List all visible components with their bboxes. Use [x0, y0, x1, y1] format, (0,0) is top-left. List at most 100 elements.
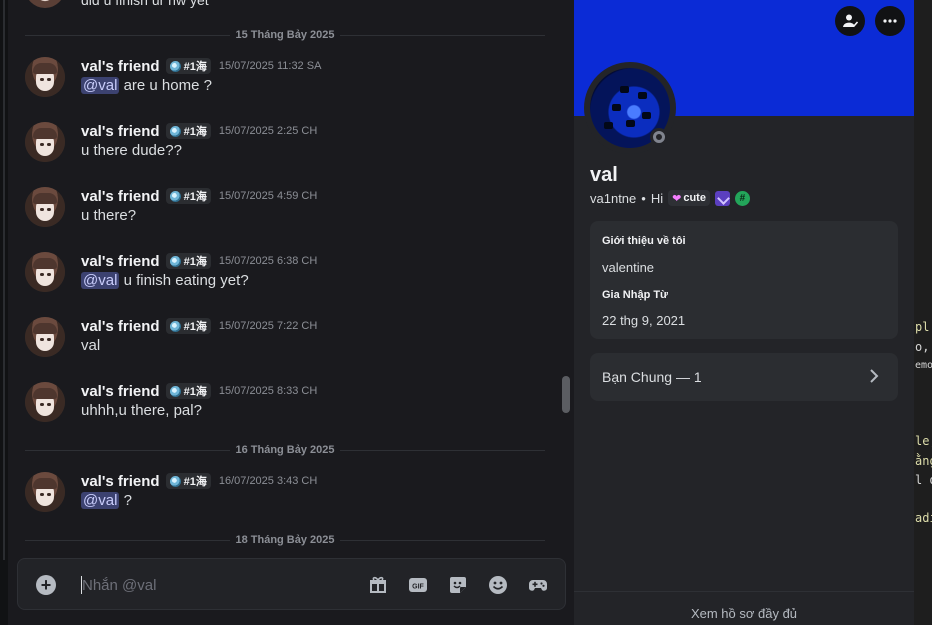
- message-row: val's friend #1海 15/07/2025 11:32 SA @va…: [25, 57, 545, 103]
- username[interactable]: val's friend: [81, 188, 160, 205]
- profile-tag-badge[interactable]: ❤ cute: [668, 190, 710, 206]
- add-friend-button[interactable]: [835, 6, 865, 36]
- message-text: u there dude??: [81, 142, 182, 159]
- add-attachment-button[interactable]: +: [36, 575, 56, 595]
- svg-text:GIF: GIF: [412, 584, 424, 591]
- about-label: Giới thiệu về tôi: [602, 235, 686, 247]
- message-composer: + GIF: [17, 558, 566, 610]
- username[interactable]: val's friend: [81, 253, 160, 270]
- ellipsis-icon: [883, 19, 897, 23]
- date-divider: 16 Tháng Bảy 2025: [25, 443, 545, 457]
- mutual-friends-button[interactable]: Bạn Chung — 1: [590, 353, 898, 401]
- date-divider: 18 Tháng Bảy 2025: [25, 533, 545, 547]
- avatar[interactable]: [25, 122, 65, 162]
- hash-badge-icon[interactable]: #: [734, 190, 750, 206]
- guild-tag-label: #1海: [183, 256, 207, 268]
- app-window: did u finish ur hw yet 15 Tháng Bảy 2025…: [0, 0, 932, 625]
- background-code-editor: pl o, emo le, ằng l d adi: [914, 0, 932, 625]
- profile-display-name: val: [590, 164, 618, 186]
- game-controller-icon[interactable]: [528, 575, 548, 595]
- user-check-icon: [843, 14, 859, 28]
- mention[interactable]: @val: [81, 272, 120, 289]
- timestamp: 15/07/2025 11:32 SA: [218, 60, 322, 72]
- date-divider-label: 16 Tháng Bảy 2025: [230, 443, 340, 457]
- message-text: did u finish ur hw yet: [81, 0, 209, 8]
- heart-icon: ❤: [672, 192, 682, 205]
- profile-status-text: Hi: [650, 190, 664, 206]
- chat-area: did u finish ur hw yet 15 Tháng Bảy 2025…: [0, 0, 574, 625]
- guild-tag[interactable]: #1海: [165, 58, 211, 74]
- message-text: u there?: [81, 207, 137, 224]
- gift-icon[interactable]: [368, 575, 388, 595]
- chat-scrollbar[interactable]: [562, 376, 570, 413]
- profile-tag-label: cute: [683, 192, 706, 204]
- guild-tag[interactable]: #1海: [165, 253, 211, 269]
- timestamp: 15/07/2025 4:59 CH: [218, 190, 318, 202]
- avatar[interactable]: [25, 252, 65, 292]
- guild-tag-icon: [169, 125, 181, 137]
- username[interactable]: val's friend: [81, 318, 160, 335]
- message-row: val's friend #1海 15/07/2025 4:59 CH u th…: [25, 187, 545, 233]
- joined-value: 22 thg 9, 2021: [602, 313, 686, 328]
- guild-tag-icon: [169, 475, 181, 487]
- timestamp: 15/07/2025 2:25 CH: [218, 125, 318, 137]
- guild-tag-icon: [169, 385, 181, 397]
- guild-tag-label: #1海: [183, 61, 207, 73]
- message-row: val's friend #1海 16/07/2025 3:43 CH @val…: [25, 472, 545, 518]
- username[interactable]: val's friend: [81, 383, 160, 400]
- hypesquad-badge-icon[interactable]: [714, 190, 730, 206]
- username[interactable]: val's friend: [81, 58, 160, 75]
- avatar[interactable]: [25, 57, 65, 97]
- chevron-right-icon: [870, 369, 879, 383]
- code-line: o,: [915, 340, 930, 354]
- mention[interactable]: @val: [81, 492, 120, 509]
- guild-tag[interactable]: #1海: [165, 318, 211, 334]
- code-line: pl: [915, 320, 930, 334]
- avatar[interactable]: [25, 0, 65, 8]
- message-input[interactable]: [82, 572, 342, 598]
- avatar[interactable]: [25, 317, 65, 357]
- about-value: valentine: [602, 260, 655, 275]
- guild-tag-label: #1海: [183, 321, 207, 333]
- message-text: uhhh,u there, pal?: [81, 402, 202, 419]
- gif-icon[interactable]: GIF: [408, 575, 428, 595]
- guild-tag[interactable]: #1海: [165, 383, 211, 399]
- guild-tag-icon: [169, 60, 181, 72]
- timestamp: 16/07/2025 3:43 CH: [218, 475, 318, 487]
- about-card: Giới thiệu về tôi valentine Gia Nhập Từ …: [590, 221, 898, 339]
- sticker-icon[interactable]: [448, 575, 468, 595]
- date-divider-label: 18 Tháng Bảy 2025: [230, 533, 340, 547]
- message-row: val's friend #1海 15/07/2025 7:22 CH val: [25, 317, 545, 363]
- view-full-profile-button[interactable]: Xem hồ sơ đầy đủ: [574, 591, 914, 625]
- profile-username[interactable]: va1ntne: [590, 191, 636, 206]
- left-edge: [0, 0, 8, 625]
- emoji-icon[interactable]: [488, 575, 508, 595]
- avatar[interactable]: [25, 382, 65, 422]
- mention[interactable]: @val: [81, 77, 120, 94]
- message-text: are u home ?: [123, 77, 212, 94]
- separator: •: [641, 190, 646, 206]
- guild-tag[interactable]: #1海: [165, 123, 211, 139]
- guild-tag[interactable]: #1海: [165, 188, 211, 204]
- guild-tag-icon: [169, 255, 181, 267]
- username[interactable]: val's friend: [81, 473, 160, 490]
- avatar[interactable]: [25, 187, 65, 227]
- guild-tag-icon: [169, 320, 181, 332]
- username[interactable]: val's friend: [81, 123, 160, 140]
- guild-tag[interactable]: #1海: [165, 473, 211, 489]
- code-line: ằng: [915, 454, 932, 468]
- guild-tag-label: #1海: [183, 191, 207, 203]
- more-options-button[interactable]: [875, 6, 905, 36]
- date-divider-label: 15 Tháng Bảy 2025: [230, 28, 340, 42]
- message-text: val: [81, 337, 101, 354]
- code-line: le,: [915, 434, 932, 448]
- guild-tag-label: #1海: [183, 126, 207, 138]
- joined-label: Gia Nhập Từ: [602, 289, 669, 301]
- code-line: emo: [915, 360, 932, 371]
- avatar[interactable]: [25, 472, 65, 512]
- timestamp: 15/07/2025 6:38 CH: [218, 255, 318, 267]
- guild-tag-label: #1海: [183, 386, 207, 398]
- guild-tag-label: #1海: [183, 476, 207, 488]
- timestamp: 15/07/2025 7:22 CH: [218, 320, 318, 332]
- message-text: ?: [123, 492, 132, 509]
